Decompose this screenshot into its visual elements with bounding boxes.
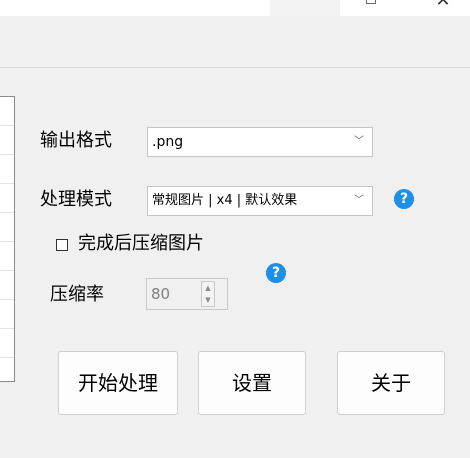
table-row-divider xyxy=(0,299,14,300)
settings-button[interactable]: 设置 xyxy=(198,351,306,415)
compression-rate-value: 80 xyxy=(151,285,171,303)
chevron-down-icon: ﹀ xyxy=(354,195,364,206)
process-mode-help-icon[interactable]: ? xyxy=(394,189,414,209)
output-format-label: 输出格式 xyxy=(40,130,112,151)
about-button[interactable]: 关于 xyxy=(337,351,445,415)
table-row-divider xyxy=(0,328,14,329)
minimize-button[interactable] xyxy=(270,0,340,16)
process-mode-value: 常规图片 | x4 | 默认效果 xyxy=(152,193,298,208)
table-row-divider xyxy=(0,154,14,155)
start-processing-button[interactable]: 开始处理 xyxy=(58,351,178,415)
table-row-divider xyxy=(0,270,14,271)
table-row-divider xyxy=(0,183,14,184)
spin-down-icon: ▼ xyxy=(205,296,211,304)
chevron-down-icon: ﹀ xyxy=(354,136,364,147)
compress-after-label[interactable]: 完成后压缩图片 xyxy=(78,233,204,255)
compression-rate-label: 压缩率 xyxy=(50,284,104,305)
table-row-divider xyxy=(0,357,14,358)
table-row-divider xyxy=(0,241,14,242)
close-icon[interactable]: ✕ xyxy=(433,0,453,11)
toolbar-area xyxy=(0,16,470,68)
table-row-divider xyxy=(0,212,14,213)
spin-up-icon: ▲ xyxy=(205,284,211,292)
output-format-value: .png xyxy=(152,134,184,150)
table-row-divider xyxy=(0,125,14,126)
maximize-icon[interactable] xyxy=(366,0,376,4)
compress-after-checkbox[interactable] xyxy=(56,239,68,251)
compression-rate-stepper: 80 ▲ ▼ xyxy=(146,278,228,310)
file-list-panel[interactable] xyxy=(0,96,15,382)
process-mode-label: 处理模式 xyxy=(40,189,112,210)
compression-help-icon[interactable]: ? xyxy=(266,263,286,283)
title-bar: ✕ xyxy=(0,0,470,16)
output-format-select[interactable]: .png ﹀ xyxy=(147,127,373,157)
process-mode-select[interactable]: 常规图片 | x4 | 默认效果 ﹀ xyxy=(147,186,373,216)
stepper-arrows: ▲ ▼ xyxy=(201,281,215,307)
